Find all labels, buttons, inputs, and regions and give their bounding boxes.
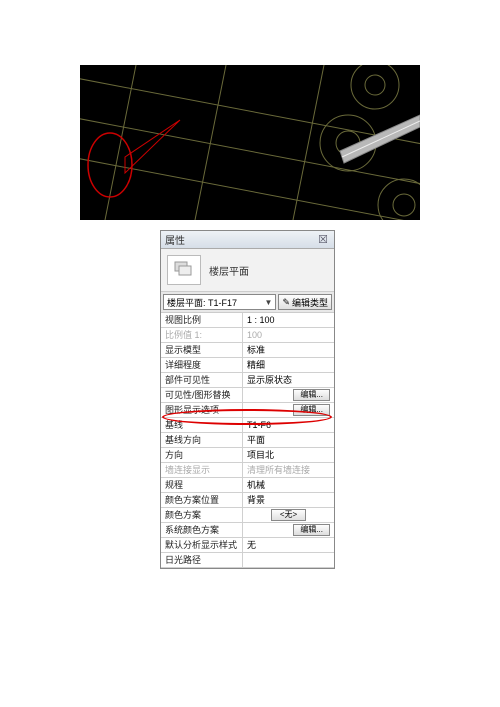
property-row: 规程机械 [161,478,334,493]
property-value[interactable] [243,553,334,567]
property-row: 基线方向平面 [161,433,334,448]
property-row: 比例值 1: 100 [161,328,334,343]
property-value[interactable]: 背景 [243,493,334,507]
property-value-text: 背景 [247,493,330,507]
property-value-text: 标准 [247,343,330,357]
property-value-text: 清理所有墙连接 [247,463,330,477]
property-row: 详细程度精细 [161,358,334,373]
property-row: 颜色方案位置背景 [161,493,334,508]
property-label: 视图比例 [161,313,243,327]
property-label: 部件可见性 [161,373,243,387]
property-label: 可见性/图形替换 [161,388,243,402]
property-label: 默认分析显示样式 [161,538,243,552]
edit-type-label: 编辑类型 [292,296,328,309]
property-value-text: 机械 [247,478,330,492]
property-label: 比例值 1: [161,328,243,342]
preview-label: 楼层平面 [209,263,249,278]
property-label: 图形显示选项 [161,403,243,417]
property-label: 基线方向 [161,433,243,447]
cad-viewport[interactable] [80,65,420,220]
property-label: 日光路径 [161,553,243,567]
property-value-text: 1 : 100 [247,313,330,327]
property-row: 可见性/图形替换 编辑... [161,388,334,403]
panel-titlebar: 属性 ☒ [161,231,334,249]
edit-type-icon: ✎ [282,297,290,308]
property-row: 方向项目北 [161,448,334,463]
property-value[interactable]: T1-F6 [243,418,334,432]
edit-button[interactable]: 编辑... [293,524,330,536]
edit-button[interactable]: 编辑... [293,389,330,401]
property-value[interactable]: 精细 [243,358,334,372]
property-value[interactable]: 1 : 100 [243,313,334,327]
property-value[interactable]: 标准 [243,343,334,357]
property-value: 100 [243,328,334,342]
property-value-text: 显示原状态 [247,373,330,387]
property-row: 默认分析显示样式无 [161,538,334,553]
property-label: 颜色方案位置 [161,493,243,507]
floor-plan-icon [167,255,201,285]
type-preview-row[interactable]: 楼层平面 [161,249,334,291]
property-label: 方向 [161,448,243,462]
property-row: 墙连接显示清理所有墙连接 [161,463,334,478]
property-value[interactable]: 显示原状态 [243,373,334,387]
properties-grid: 视图比例1 : 100比例值 1:100显示模型标准详细程度精细部件可见性显示原… [161,313,334,568]
property-value: 清理所有墙连接 [243,463,334,477]
property-value-text: 精细 [247,358,330,372]
property-label: 显示模型 [161,343,243,357]
property-label: 颜色方案 [161,508,243,522]
property-row: 图形显示选项 编辑... [161,403,334,418]
color-scheme-button[interactable]: <无> [271,509,306,521]
property-label: 基线 [161,418,243,432]
property-label: 系统颜色方案 [161,523,243,537]
type-selector-row: 楼层平面: T1-F17 ▼ ✎ 编辑类型 [161,291,334,313]
property-row: 视图比例 1 : 100 [161,313,334,328]
property-row: 基线 T1-F6 [161,418,334,433]
property-value[interactable]: 编辑... [243,403,334,417]
property-row: 颜色方案 <无> [161,508,334,523]
edit-button[interactable]: 编辑... [293,404,330,416]
property-value[interactable]: 编辑... [243,523,334,537]
property-value[interactable]: <无> [243,508,334,522]
property-value-text: 项目北 [247,448,330,462]
property-value-text: 平面 [247,433,330,447]
property-row: 日光路径 [161,553,334,568]
property-row: 显示模型标准 [161,343,334,358]
property-label: 墙连接显示 [161,463,243,477]
type-selector-dropdown[interactable]: 楼层平面: T1-F17 ▼ [163,294,276,310]
properties-panel: 属性 ☒ 楼层平面 楼层平面: T1-F17 ▼ ✎ 编辑类型 视图比例 1 : … [160,230,335,569]
property-value-text: 100 [247,328,330,342]
property-value[interactable]: 无 [243,538,334,552]
panel-title: 属性 [165,232,185,247]
property-value-text: 无 [247,538,330,552]
type-selector-value: 楼层平面: T1-F17 [167,296,237,309]
property-row: 部件可见性显示原状态 [161,373,334,388]
edit-type-button[interactable]: ✎ 编辑类型 [278,294,332,310]
property-value[interactable]: 编辑... [243,388,334,402]
property-label: 详细程度 [161,358,243,372]
property-value[interactable]: 项目北 [243,448,334,462]
property-value-text: T1-F6 [247,418,330,432]
property-value[interactable]: 机械 [243,478,334,492]
chevron-down-icon: ▼ [265,298,273,307]
close-icon[interactable]: ☒ [316,233,330,247]
property-value[interactable]: 平面 [243,433,334,447]
property-row: 系统颜色方案 编辑... [161,523,334,538]
property-label: 规程 [161,478,243,492]
